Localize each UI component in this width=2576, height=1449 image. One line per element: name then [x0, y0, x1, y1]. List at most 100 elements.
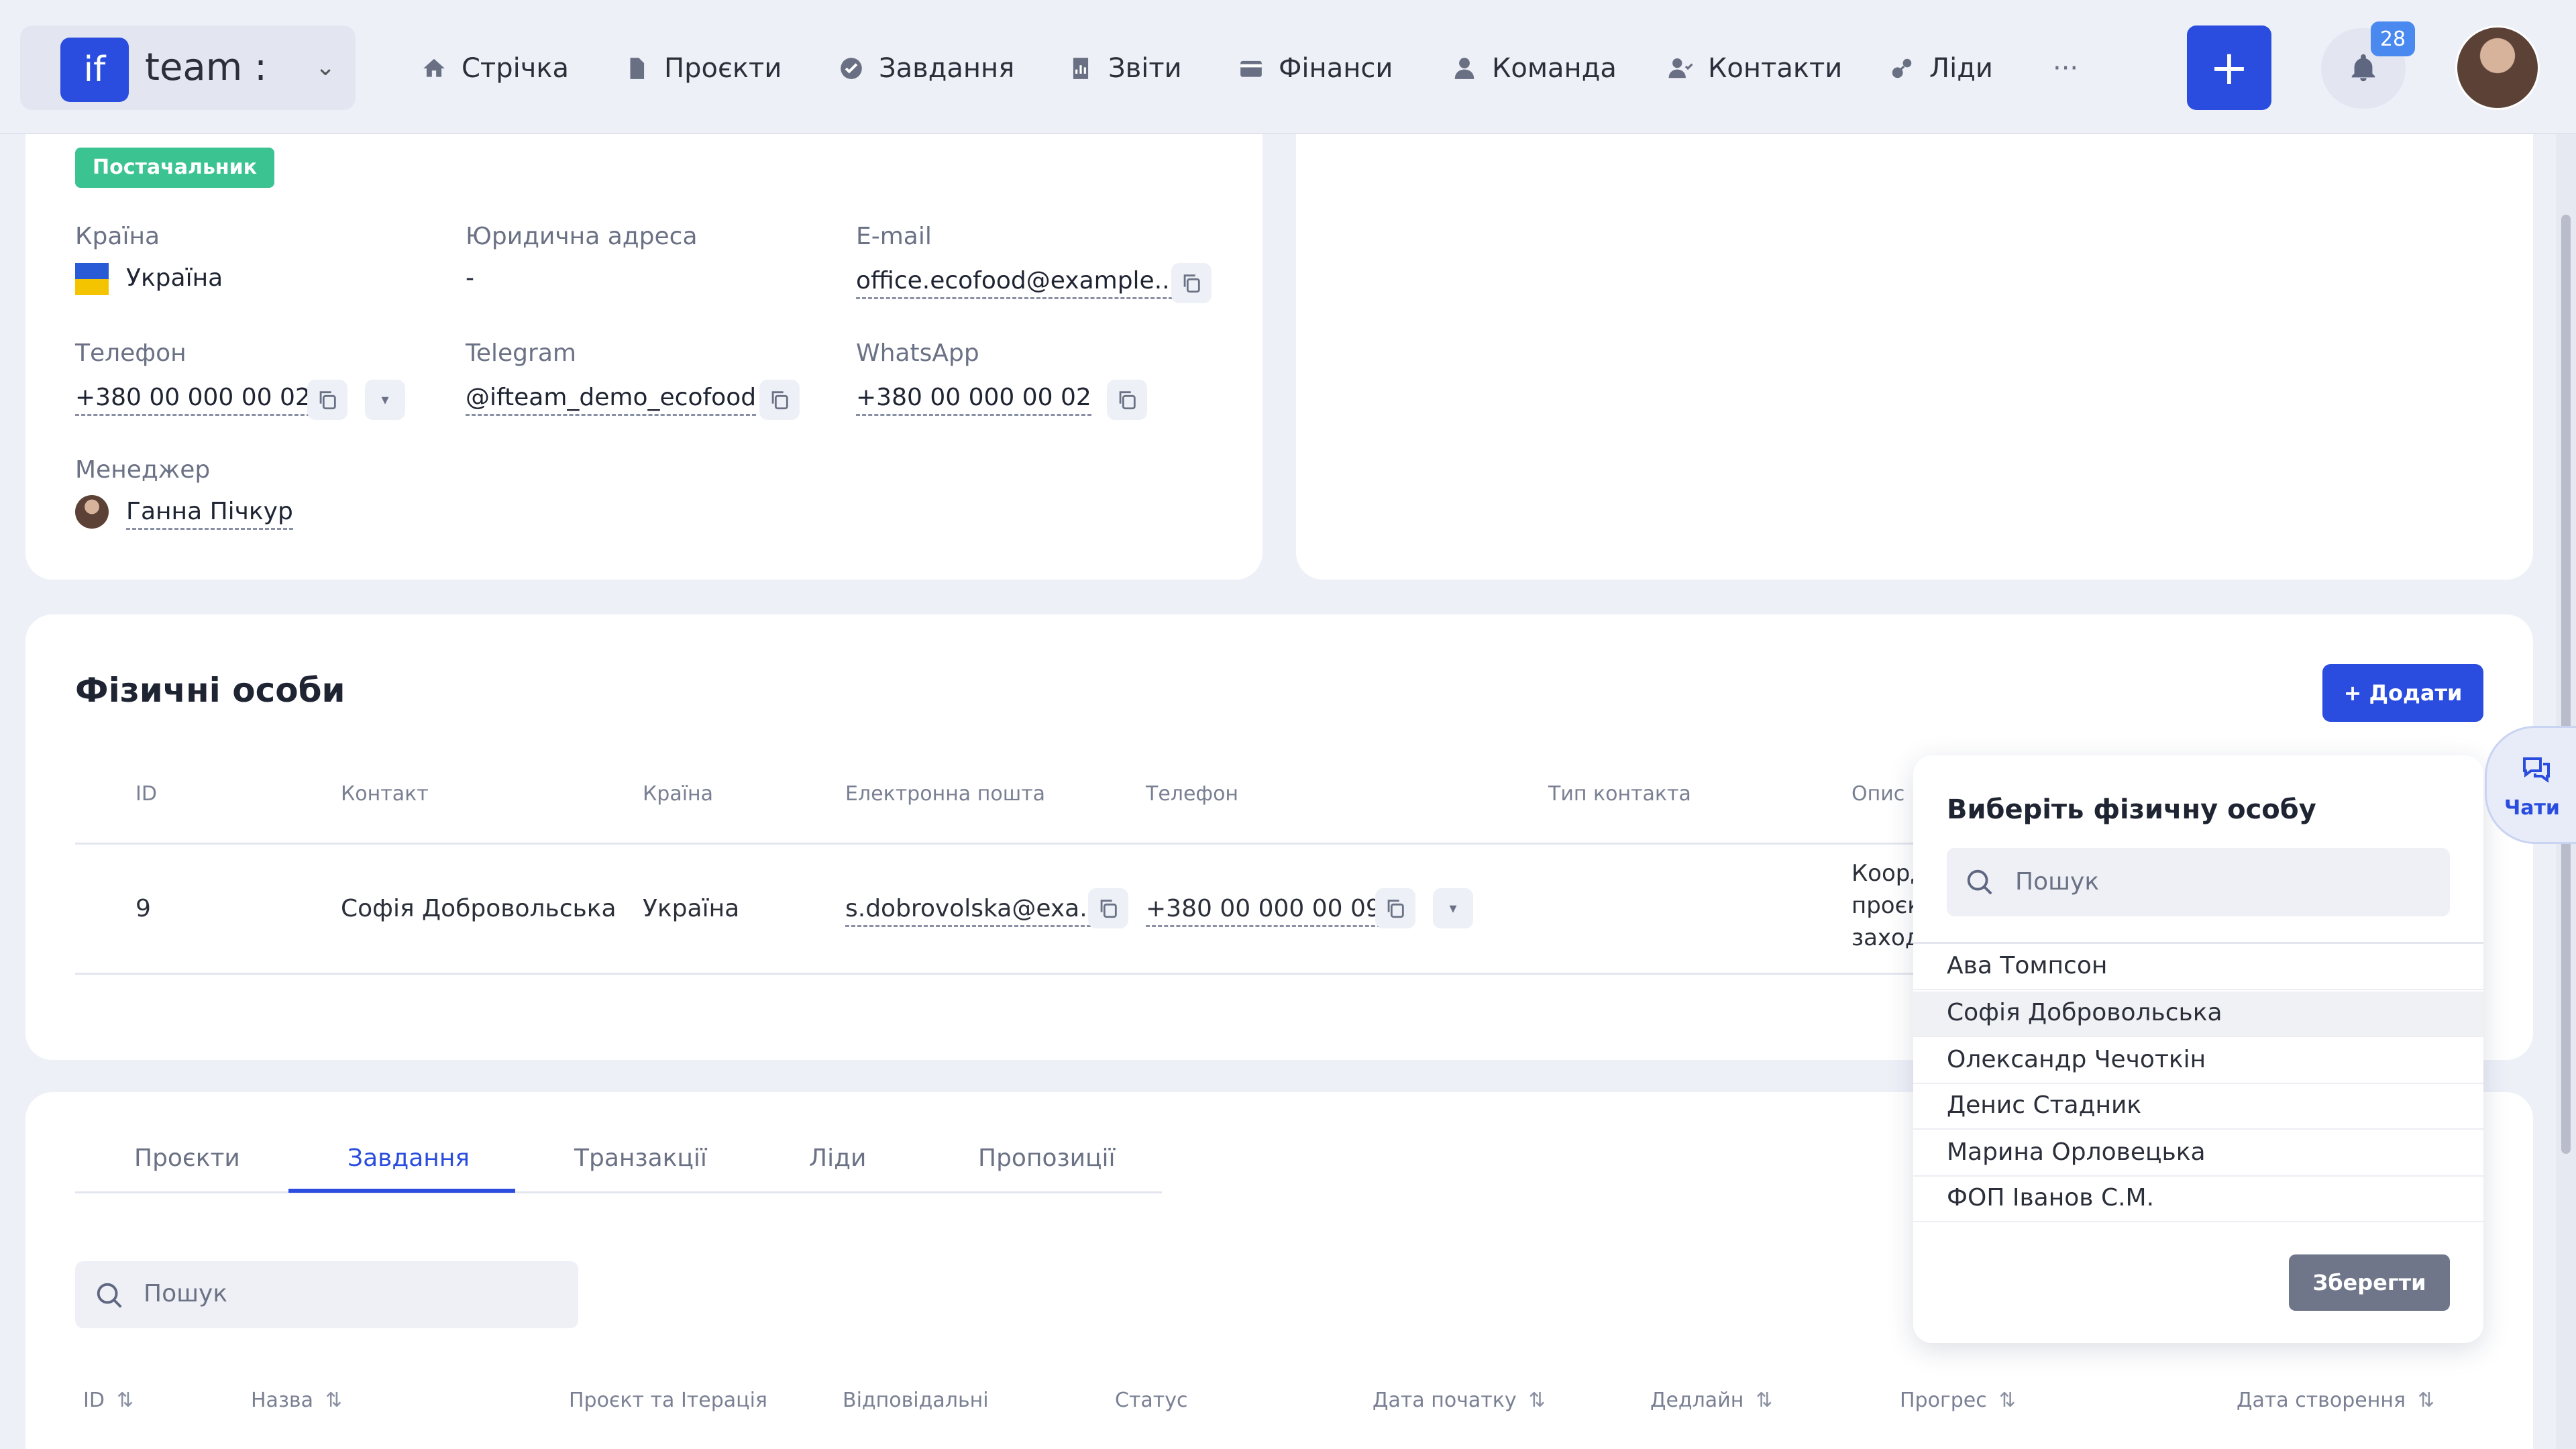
nav-item-reports[interactable]: Звіти	[1068, 50, 1182, 87]
workspace-switcher[interactable]: if team : ⌄	[20, 25, 356, 110]
nav-item-label: Контакти	[1708, 53, 1843, 84]
person-option[interactable]: Ава Томпсон	[1913, 945, 2483, 990]
legal-address-label: Юридична адреса	[466, 223, 698, 250]
active-tab-indicator	[288, 1189, 515, 1193]
nav-item-tasks[interactable]: Завдання	[839, 50, 1014, 87]
manager-avatar	[75, 495, 109, 529]
manager-link[interactable]: Ганна Пічкур	[126, 498, 293, 530]
column-header-start-date[interactable]: Дата початку ⇅	[1373, 1389, 1546, 1412]
search-icon	[97, 1283, 122, 1308]
nav-item-feed[interactable]: Стрічка	[421, 50, 569, 87]
nav-item-label: Звіти	[1108, 53, 1182, 84]
row-country: Україна	[643, 895, 740, 922]
row-contact[interactable]: Софія Добровольська	[341, 895, 616, 922]
tab-tasks[interactable]: Завдання	[347, 1144, 470, 1172]
sort-icon: ⇅	[1998, 1389, 2016, 1412]
nav-item-finance[interactable]: Фінанси	[1238, 50, 1393, 87]
user-avatar[interactable]	[2455, 25, 2540, 110]
column-header-deadline[interactable]: Дедлайн ⇅	[1650, 1389, 1772, 1412]
telegram-link[interactable]: @ifteam_demo_ecofood	[466, 384, 757, 416]
nav-more-button[interactable]: ···	[2053, 50, 2078, 87]
search-icon	[1967, 869, 1992, 895]
popup-divider	[1913, 942, 2483, 944]
person-option[interactable]: Марина Орловецька	[1913, 1131, 2483, 1177]
popup-title: Виберіть фізичну особу	[1947, 794, 2316, 825]
add-person-button[interactable]: + Додати	[2322, 664, 2483, 722]
report-icon	[1073, 58, 1089, 79]
copy-whatsapp-button[interactable]	[1107, 380, 1147, 420]
notifications-count-badge: 28	[2371, 21, 2415, 56]
top-navigation-bar: if team : ⌄ Стрічка Проєкти Завдання Зві…	[0, 0, 2576, 134]
home-icon	[423, 58, 445, 77]
person-option[interactable]: Олександр Чечоткін	[1913, 1038, 2483, 1084]
row-id: 9	[136, 895, 151, 922]
tab-projects[interactable]: Проєкти	[134, 1144, 240, 1172]
page-scrollbar-thumb[interactable]	[2561, 215, 2571, 1154]
table-divider	[75, 843, 1940, 845]
tab-transactions[interactable]: Транзакції	[574, 1144, 707, 1172]
chevron-down-icon: ⌄	[315, 54, 336, 81]
tasks-search-input[interactable]: Пошук	[75, 1261, 578, 1328]
column-header-assignees: Відповідальні	[843, 1389, 989, 1412]
telegram-label: Telegram	[466, 339, 576, 367]
row-phone[interactable]: +380 00 000 00 09	[1146, 895, 1381, 927]
create-button[interactable]: +	[2187, 25, 2271, 110]
nav-item-label: Ліди	[1929, 53, 1993, 84]
copy-phone-button[interactable]	[307, 380, 347, 420]
column-header-status: Статус	[1115, 1389, 1188, 1412]
chat-icon	[2523, 757, 2550, 783]
country-value: Україна	[126, 264, 223, 292]
legal-address-value: -	[466, 264, 474, 292]
company-side-card	[1296, 80, 2533, 580]
select-person-popup: Виберіть фізичну особу Пошук Ава Томпсон…	[1913, 755, 2483, 1343]
nav-item-leads[interactable]: Ліди	[1889, 50, 1993, 87]
popup-search-input[interactable]: Пошук	[1947, 848, 2450, 916]
column-header-id[interactable]: ID ⇅	[83, 1389, 133, 1412]
save-button[interactable]: Зберегти	[2289, 1254, 2450, 1311]
copy-telegram-button[interactable]	[759, 380, 800, 420]
column-header-contact-type: Тип контакта	[1548, 782, 1691, 806]
row-description-line: заход	[1851, 924, 1921, 951]
ukraine-flag-icon	[75, 263, 109, 295]
column-header-created-date[interactable]: Дата створення ⇅	[2237, 1389, 2434, 1412]
user-icon	[1454, 58, 1474, 79]
table-divider	[75, 973, 1940, 975]
chats-label: Чати	[2504, 796, 2560, 820]
popup-search-placeholder: Пошук	[2015, 868, 2100, 896]
person-option[interactable]: Денис Стадник	[1913, 1084, 2483, 1130]
column-header-email: Електронна пошта	[845, 782, 1046, 806]
sort-icon: ⇅	[1528, 1389, 1546, 1412]
tasks-search-placeholder: Пошук	[144, 1280, 228, 1307]
column-header-name[interactable]: Назва ⇅	[251, 1389, 342, 1412]
copy-icon	[1119, 391, 1136, 410]
email-label: E-mail	[856, 223, 932, 250]
phone-dropdown-button[interactable]: ▾	[365, 380, 405, 420]
email-link[interactable]: office.ecofood@example....	[856, 267, 1185, 299]
whatsapp-link[interactable]: +380 00 000 00 02	[856, 384, 1091, 416]
nav-item-label: Команда	[1492, 53, 1617, 84]
leads-icon	[1892, 58, 1912, 78]
copy-icon	[1387, 900, 1404, 918]
logo-text: team :	[145, 46, 267, 89]
nav-item-label: Стрічка	[462, 53, 570, 84]
copy-row-email-button[interactable]	[1088, 888, 1128, 928]
nav-item-team[interactable]: Команда	[1452, 50, 1617, 87]
copy-row-phone-button[interactable]	[1375, 888, 1415, 928]
row-phone-dropdown-button[interactable]: ▾	[1433, 888, 1473, 928]
copy-email-button[interactable]	[1171, 263, 1212, 303]
country-label: Країна	[75, 223, 160, 250]
nav-item-projects[interactable]: Проєкти	[624, 50, 782, 87]
row-description-line: проєк	[1851, 892, 1921, 919]
tab-proposals[interactable]: Пропозиції	[978, 1144, 1116, 1172]
nav-item-contacts[interactable]: Контакти	[1668, 50, 1842, 87]
wallet-icon	[1240, 60, 1262, 77]
column-header-country: Країна	[643, 782, 714, 806]
column-header-progress[interactable]: Прогрес ⇅	[1900, 1389, 2016, 1412]
tab-leads[interactable]: Ліди	[809, 1144, 866, 1172]
person-option-highlighted[interactable]: Софія Добровольська	[1913, 991, 2483, 1037]
column-header-project-iteration: Проєкт та Ітерація	[569, 1389, 767, 1412]
phone-link[interactable]: +380 00 000 00 02	[75, 384, 311, 416]
person-option[interactable]: ФОП Іванов С.М.	[1913, 1177, 2483, 1222]
chats-button[interactable]: Чати	[2485, 726, 2576, 844]
row-email[interactable]: s.dobrovolska@exa...	[845, 895, 1103, 927]
